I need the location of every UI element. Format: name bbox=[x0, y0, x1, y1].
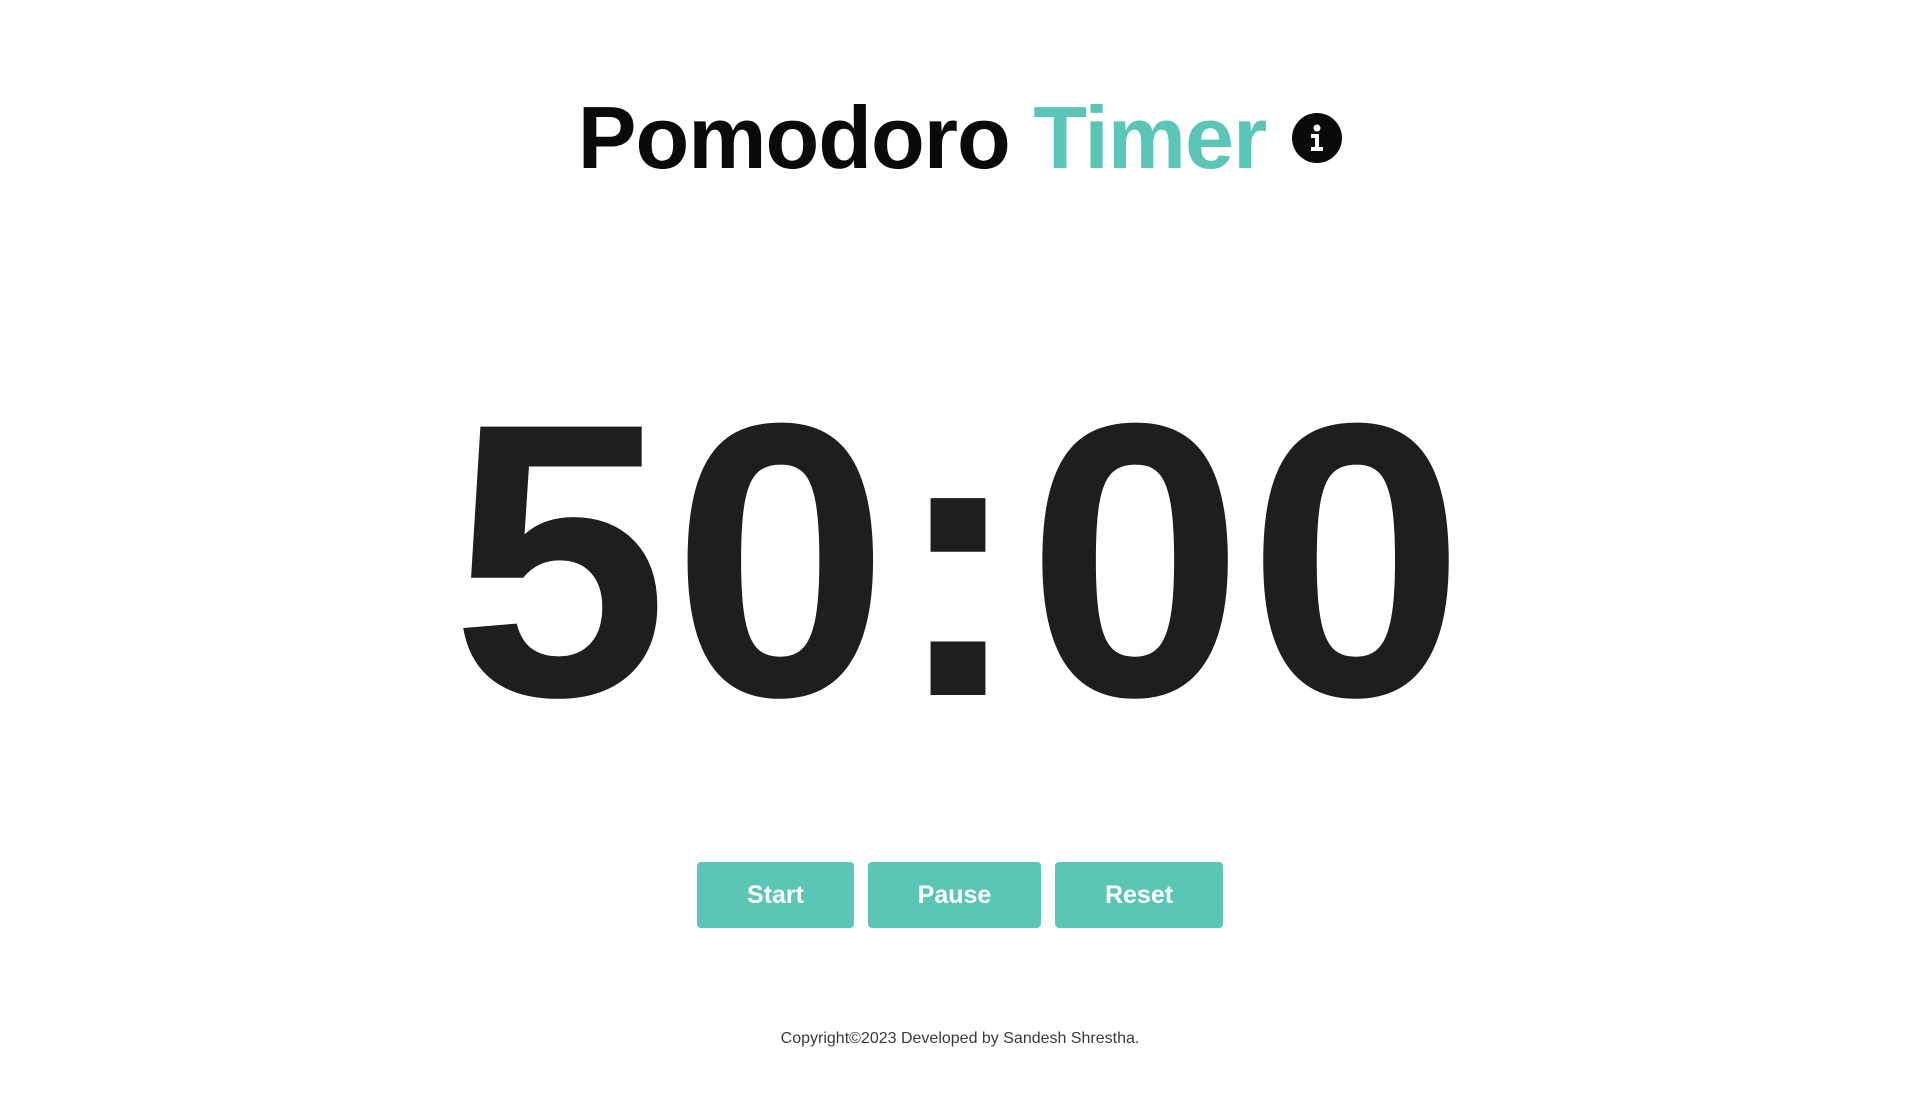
timer-controls: Start Pause Reset bbox=[0, 862, 1920, 928]
reset-button[interactable]: Reset bbox=[1055, 862, 1223, 928]
footer-copyright: Copyright©2023 Developed by Sandesh Shre… bbox=[780, 1030, 1140, 1047]
title-main: Pomodoro bbox=[577, 88, 1011, 187]
page-header: Pomodoro Timer bbox=[0, 88, 1920, 188]
page-title: Pomodoro Timer bbox=[578, 94, 1267, 182]
info-glyph-icon bbox=[1311, 124, 1324, 151]
start-button[interactable]: Start bbox=[697, 862, 854, 928]
title-accent: Timer bbox=[1033, 88, 1267, 187]
timer-display: 50:00 bbox=[451, 342, 1469, 778]
info-icon[interactable] bbox=[1292, 113, 1343, 163]
pause-button[interactable]: Pause bbox=[868, 862, 1041, 928]
